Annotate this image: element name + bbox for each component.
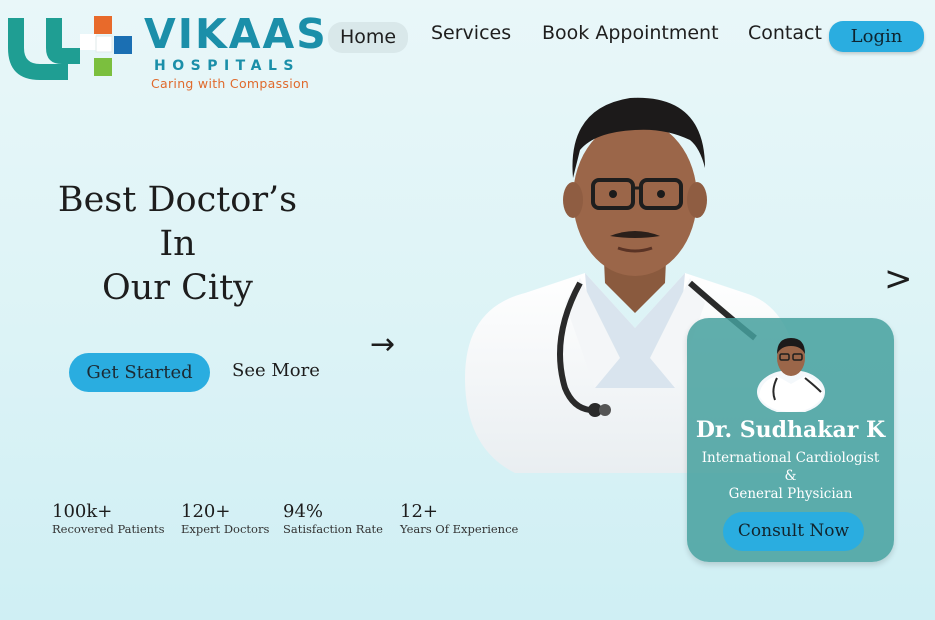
brand-name: VIKAAS <box>144 10 328 58</box>
stat-recovered-patients: 100k+ Recovered Patients <box>52 503 165 537</box>
stat-satisfaction-rate: 94% Satisfaction Rate <box>283 503 383 537</box>
hero-title-line: Our City <box>102 268 253 308</box>
hospital-cross-logo-icon <box>8 16 132 80</box>
doctor-specialty: International Cardiologist & General Phy… <box>687 449 894 503</box>
stat-value: 94% <box>283 501 324 522</box>
stat-years-experience: 12+ Years Of Experience <box>400 503 518 537</box>
stat-value: 120+ <box>181 501 231 522</box>
nav-home[interactable]: Home <box>328 22 409 53</box>
brand-logo[interactable]: VIKAAS HOSPITALS Caring with Compassion <box>4 8 326 96</box>
login-button[interactable]: Login <box>829 21 924 52</box>
stat-expert-doctors: 120+ Expert Doctors <box>181 503 269 537</box>
brand-subtitle: HOSPITALS <box>154 58 300 74</box>
brand-tagline: Caring with Compassion <box>151 76 310 91</box>
hero-title-line: Best Doctor’s <box>57 180 298 220</box>
doctor-name: Dr. Sudhakar K <box>695 417 886 443</box>
stat-label: Years Of Experience <box>400 522 519 536</box>
hero-title-line: In <box>159 224 196 264</box>
consult-now-button[interactable]: Consult Now <box>723 512 864 551</box>
stat-value: 100k+ <box>52 501 113 522</box>
stat-value: 12+ <box>400 501 438 522</box>
nav-book-appointment[interactable]: Book Appointment <box>542 24 719 43</box>
nav-services[interactable]: Services <box>431 24 511 43</box>
hero-title: Best Doctor’s In Our City <box>40 178 315 310</box>
doctor-avatar <box>757 338 825 412</box>
doctor-card: Dr. Sudhakar K International Cardiologis… <box>687 318 894 562</box>
stat-label: Recovered Patients <box>52 522 165 536</box>
stat-label: Expert Doctors <box>181 522 270 536</box>
see-more-link[interactable]: See More <box>232 362 320 380</box>
specialty-line: & <box>784 468 797 484</box>
specialty-line: General Physician <box>728 486 853 502</box>
stat-label: Satisfaction Rate <box>283 522 383 536</box>
specialty-line: International Cardiologist <box>701 450 880 466</box>
get-started-button[interactable]: Get Started <box>69 353 210 392</box>
arrow-right-icon[interactable]: → <box>370 330 395 360</box>
nav-contact[interactable]: Contact <box>748 24 822 43</box>
next-slide-icon[interactable]: > <box>884 262 913 296</box>
